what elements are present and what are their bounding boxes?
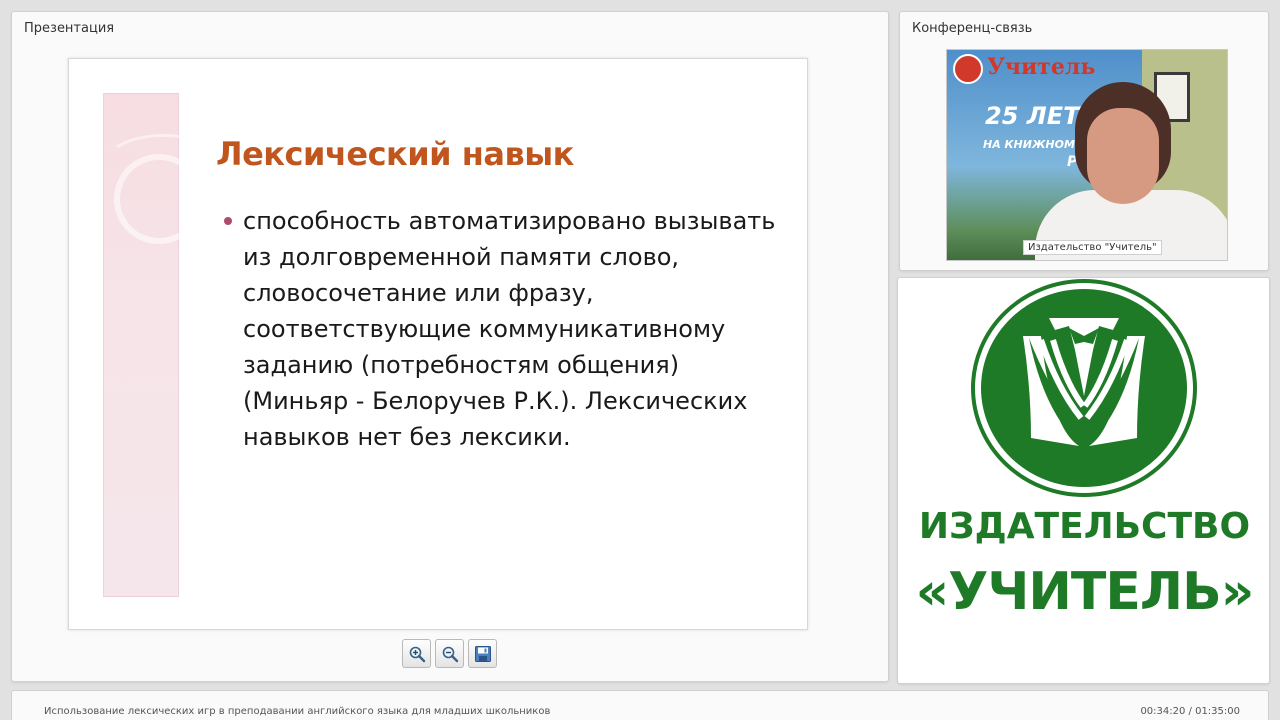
- save-button[interactable]: [468, 639, 497, 668]
- publisher-logo-panel: ИЗДАТЕЛЬСТВО «УЧИТЕЛЬ»: [897, 277, 1270, 684]
- publisher-logo-icon: [971, 279, 1197, 497]
- playback-time: 00:34:20 / 01:35:00: [1140, 706, 1240, 717]
- video-feed[interactable]: Учитель 25 ЛЕТ НА КНИЖНОМ РЫ РОСС Издате…: [946, 49, 1228, 261]
- zoom-in-icon: [409, 646, 425, 662]
- slide-title: Лексический навык: [216, 135, 574, 173]
- bottom-bar: Использование лексических игр в преподав…: [11, 690, 1269, 720]
- zoom-out-icon: [442, 646, 458, 662]
- conference-panel-title: Конференц-связь: [912, 21, 1033, 36]
- zoom-out-button[interactable]: [435, 639, 464, 668]
- speaker-face: [1087, 108, 1159, 204]
- presentation-slide: Лексический навык способность автоматизи…: [68, 58, 808, 630]
- bullet-icon: [224, 217, 232, 225]
- slide-bullet-text: способность автоматизировано вызывать из…: [243, 207, 776, 451]
- slide-toolbar: [402, 639, 497, 669]
- presentation-panel-title: Презентация: [24, 21, 115, 36]
- event-title: Использование лексических игр в преподав…: [44, 706, 551, 717]
- publisher-name-line2: «УЧИТЕЛЬ»: [915, 562, 1255, 622]
- video-caption: Издательство "Учитель": [1023, 240, 1162, 255]
- slide-decor-strip: [103, 93, 224, 597]
- banner-anniversary: 25 ЛЕТ: [985, 102, 1080, 130]
- conference-panel: Конференц-связь Учитель 25 ЛЕТ НА КНИЖНО…: [899, 11, 1269, 271]
- slide-decor-arc: [104, 134, 224, 194]
- publisher-name-line1: ИЗДАТЕЛЬСТВО: [918, 506, 1251, 547]
- save-icon: [474, 645, 491, 662]
- zoom-in-button[interactable]: [402, 639, 431, 668]
- banner-name: Учитель: [987, 54, 1096, 80]
- presentation-panel: Презентация Лексический навык способност…: [11, 11, 889, 682]
- banner-logo-icon: [953, 54, 983, 84]
